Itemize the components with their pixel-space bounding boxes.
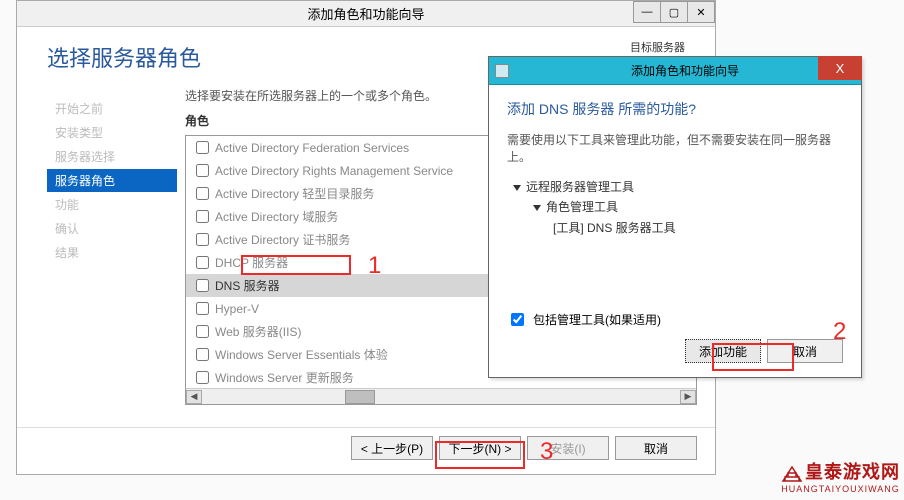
role-checkbox[interactable] xyxy=(196,187,209,200)
wizard-footer: < 上一步(P) 下一步(N) > 安装(I) 取消 xyxy=(17,427,715,474)
maximize-button[interactable]: ▢ xyxy=(660,1,688,23)
role-checkbox[interactable] xyxy=(196,325,209,338)
scroll-left-icon[interactable]: ◀ xyxy=(186,390,202,404)
dialog-title-bar: 添加角色和功能向导 X xyxy=(489,57,861,85)
add-features-dialog: 添加角色和功能向导 X 添加 DNS 服务器 所需的功能? 需要使用以下工具来管… xyxy=(488,56,862,378)
caret-icon xyxy=(513,185,521,191)
dialog-buttons: 添加功能 取消 xyxy=(507,339,843,363)
title-bar: 添加角色和功能向导 — ▢ ✕ xyxy=(17,1,715,27)
pavilion-icon xyxy=(781,463,803,483)
minimize-button[interactable]: — xyxy=(633,1,661,23)
nav-confirm[interactable]: 确认 xyxy=(47,217,177,240)
scroll-track[interactable] xyxy=(202,391,680,403)
window-title: 添加角色和功能向导 xyxy=(307,4,424,23)
watermark-text-en: HUANGTAIYOUXIWANG xyxy=(781,484,900,494)
close-button[interactable]: ✕ xyxy=(687,1,715,23)
tree-node-lvl2[interactable]: 角色管理工具 xyxy=(507,197,843,217)
target-server-label: 目标服务器 xyxy=(612,41,685,55)
include-tools-label: 包括管理工具(如果适用) xyxy=(533,311,661,328)
role-checkbox[interactable] xyxy=(196,279,209,292)
role-checkbox[interactable] xyxy=(196,348,209,361)
dialog-title: 添加角色和功能向导 xyxy=(515,62,855,79)
window-controls: — ▢ ✕ xyxy=(634,1,715,23)
wizard-nav: 开始之前 安装类型 服务器选择 服务器角色 功能 确认 结果 xyxy=(47,79,177,427)
include-tools-checkbox[interactable] xyxy=(511,313,524,326)
dialog-heading: 添加 DNS 服务器 所需的功能? xyxy=(507,99,843,119)
caret-icon xyxy=(533,205,541,211)
dialog-footer: 包括管理工具(如果适用) 添加功能 取消 xyxy=(489,310,861,363)
prev-button[interactable]: < 上一步(P) xyxy=(351,436,433,460)
next-button[interactable]: 下一步(N) > xyxy=(439,436,521,460)
nav-before-begin[interactable]: 开始之前 xyxy=(47,97,177,120)
cancel-button[interactable]: 取消 xyxy=(615,436,697,460)
role-checkbox[interactable] xyxy=(196,256,209,269)
horizontal-scrollbar[interactable]: ◀ ▶ xyxy=(186,388,696,404)
nav-install-type[interactable]: 安装类型 xyxy=(47,121,177,144)
scroll-right-icon[interactable]: ▶ xyxy=(680,390,696,404)
role-checkbox[interactable] xyxy=(196,302,209,315)
feature-tree: 远程服务器管理工具 角色管理工具 [工具] DNS 服务器工具 xyxy=(507,177,843,238)
add-features-button[interactable]: 添加功能 xyxy=(685,339,761,363)
install-button[interactable]: 安装(I) xyxy=(527,436,609,460)
page-title: 选择服务器角色 xyxy=(47,41,201,73)
scroll-thumb[interactable] xyxy=(345,390,375,404)
role-checkbox[interactable] xyxy=(196,164,209,177)
nav-features[interactable]: 功能 xyxy=(47,193,177,216)
include-tools-row: 包括管理工具(如果适用) xyxy=(507,310,843,329)
tree-node-lvl3[interactable]: [工具] DNS 服务器工具 xyxy=(507,218,843,238)
dialog-cancel-button[interactable]: 取消 xyxy=(767,339,843,363)
watermark: 皇泰游戏网 HUANGTAIYOUXIWANG xyxy=(781,458,900,494)
watermark-text-cn: 皇泰游戏网 xyxy=(781,458,900,484)
dialog-body: 添加 DNS 服务器 所需的功能? 需要使用以下工具来管理此功能，但不需要安装在… xyxy=(489,85,861,248)
nav-server-roles[interactable]: 服务器角色 xyxy=(47,169,177,192)
role-checkbox[interactable] xyxy=(196,210,209,223)
nav-result[interactable]: 结果 xyxy=(47,241,177,264)
role-checkbox[interactable] xyxy=(196,141,209,154)
wizard-icon xyxy=(495,64,509,78)
nav-server-selection[interactable]: 服务器选择 xyxy=(47,145,177,168)
tree-node-lvl1[interactable]: 远程服务器管理工具 xyxy=(507,177,843,197)
dialog-close-button[interactable]: X xyxy=(818,56,862,80)
role-checkbox[interactable] xyxy=(196,371,209,384)
dialog-description: 需要使用以下工具来管理此功能，但不需要安装在同一服务器上。 xyxy=(507,131,843,165)
role-checkbox[interactable] xyxy=(196,233,209,246)
